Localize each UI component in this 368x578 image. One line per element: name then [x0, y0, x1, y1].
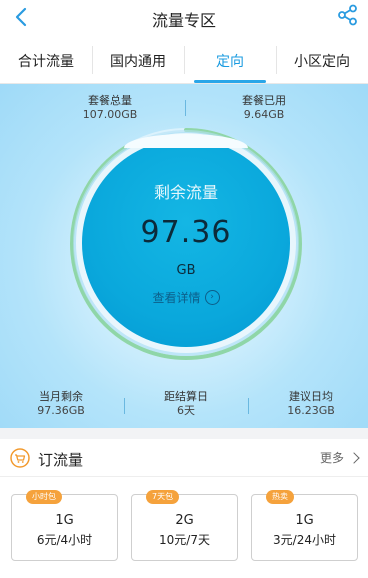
tab-bar: 合计流量 国内通用 定向 小区定向 [0, 38, 368, 84]
used-label: 套餐已用 [242, 94, 286, 107]
cart-icon [10, 448, 30, 468]
days-to-settle-value: 6天 [177, 404, 195, 417]
more-label: 更多 [319, 451, 344, 465]
package-card[interactable]: 热卖 1G 3元/24小时 [251, 490, 358, 561]
tab-total[interactable]: 合计流量 [0, 38, 92, 83]
package-price: 3元/24小时 [273, 533, 336, 547]
more-link[interactable]: 更多 [319, 449, 360, 466]
usage-panel: 套餐总量 107.00GB 套餐已用 9.64GB 剩余流量 97.36 GB … [0, 84, 368, 428]
remaining-unit: GB [176, 263, 196, 278]
view-details-label: 查看详情 [152, 291, 201, 305]
order-header: 订流量 更多 [0, 439, 368, 477]
package-size: 1G [295, 513, 314, 528]
package-tag: 7天包 [146, 490, 180, 504]
tab-domestic[interactable]: 国内通用 [92, 38, 184, 83]
total-value: 107.00GB [82, 108, 138, 121]
divider [124, 398, 125, 414]
daily-suggested-stat: 建议日均 16.23GB [280, 390, 342, 418]
package-card[interactable]: 7天包 2G 10元/7天 [131, 490, 238, 561]
remaining-value: 97.36 [140, 215, 232, 250]
package-price: 6元/4小时 [36, 533, 93, 547]
page-title: 流量专区 [151, 11, 216, 30]
days-to-settle-label: 距结算日 [164, 390, 208, 403]
package-tag: 小时包 [26, 490, 62, 504]
package-size: 2G [175, 513, 194, 528]
package-tag: 热卖 [266, 490, 294, 504]
chevron-right-icon [348, 451, 360, 464]
order-section: 订流量 更多 小时包 1G 6元/4小时 7天包 2G 10元/7天 热卖 1G… [0, 439, 368, 578]
tab-community-targeted[interactable]: 小区定向 [276, 38, 368, 83]
header-bar: 流量专区 [0, 0, 368, 38]
order-title: 订流量 [38, 451, 84, 469]
divider [185, 100, 186, 116]
total-label: 套餐总量 [88, 94, 132, 107]
package-price: 10元/7天 [159, 533, 210, 547]
share-icon[interactable] [336, 3, 360, 27]
remaining-ball: 剩余流量 97.36 GB 查看详情 › [82, 139, 290, 347]
daily-suggested-label: 建议日均 [289, 390, 333, 403]
tab-targeted[interactable]: 定向 [184, 38, 276, 83]
total-stat: 套餐总量 107.00GB [80, 94, 140, 122]
month-remaining-value: 97.36GB [37, 404, 85, 417]
package-size: 1G [55, 513, 74, 528]
used-stat: 套餐已用 9.64GB [234, 94, 294, 122]
arrow-right-circle-icon: › [204, 290, 220, 305]
package-card[interactable]: 小时包 1G 6元/4小时 [11, 490, 118, 561]
used-value: 9.64GB [243, 108, 285, 121]
month-remaining-label: 当月剩余 [39, 390, 83, 403]
divider [248, 398, 249, 414]
daily-suggested-value: 16.23GB [287, 404, 335, 417]
view-details-link[interactable]: 查看详情 › [82, 289, 290, 306]
remaining-label: 剩余流量 [153, 183, 218, 202]
days-to-settle-stat: 距结算日 6天 [156, 390, 216, 418]
month-remaining-stat: 当月剩余 97.36GB [30, 390, 92, 418]
